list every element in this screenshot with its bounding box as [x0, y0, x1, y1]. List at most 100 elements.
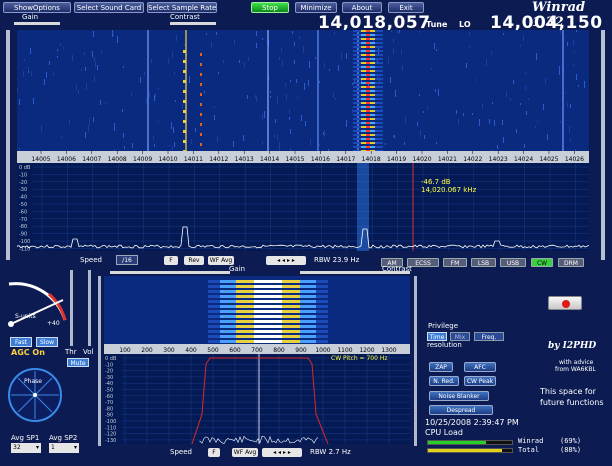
top-speed-label: Speed — [80, 256, 102, 264]
bottom-gain-slider[interactable] — [110, 271, 230, 274]
bottom-scale-tick: 400 — [185, 347, 197, 354]
top-speed-value[interactable]: /16 — [116, 255, 138, 265]
top-zoom-arrows[interactable]: ◂ ◂ ▸ ▸ — [266, 256, 306, 265]
top-scale-tick: 14023 — [489, 156, 508, 163]
bottom-waterfall[interactable] — [104, 276, 410, 344]
show-options-button[interactable]: ShowOptions — [3, 2, 71, 13]
vol-slider[interactable] — [88, 270, 91, 346]
minimize-button[interactable]: Minimize — [295, 2, 337, 13]
bottom-db-label: 0 dB — [105, 356, 117, 362]
despread-button[interactable]: Despread — [429, 405, 493, 415]
mode-cw-button[interactable]: CW — [531, 258, 553, 267]
top-contrast-label: Contrast — [170, 13, 200, 21]
bottom-db-label: -130 — [105, 438, 116, 444]
select-sound-card-button[interactable]: Select Sound Card — [74, 2, 144, 13]
top-scale-tick: 14009 — [133, 156, 152, 163]
fast-button[interactable]: Fast — [10, 337, 32, 347]
top-scale-tick: 14007 — [82, 156, 101, 163]
thr-slider[interactable] — [70, 270, 73, 346]
privilege-label: Privilege — [428, 322, 459, 330]
datetime-display: 10/25/2008 2:39:47 PM — [425, 418, 519, 427]
lo-label: LO — [459, 20, 471, 29]
mode-usb-button[interactable]: USB — [500, 258, 526, 267]
top-db-label: -90 — [19, 232, 27, 238]
top-scale-tick: 14024 — [514, 156, 533, 163]
select-sample-rate-button[interactable]: Select Sample Rate — [147, 2, 217, 13]
advice-line-2: from WA6KBL — [555, 366, 596, 373]
top-spectrum[interactable]: 0 dB -10 -20 -30 -40 -50 -60 -70 -80 -90 -100 -110 … — [17, 163, 589, 251]
freq-button[interactable]: Freq. — [474, 332, 504, 341]
marker-frequency-readout: 14,020.067 kHz — [421, 186, 477, 194]
slow-button[interactable]: Slow — [36, 337, 58, 347]
bottom-waterfall-image — [208, 280, 328, 343]
mode-lsb-button[interactable]: LSB — [471, 258, 496, 267]
mode-drm-button[interactable]: DRM — [558, 258, 584, 267]
top-db-label: -20 — [19, 180, 27, 186]
top-contrast-slider[interactable] — [170, 22, 216, 25]
avg-sp1-label: Avg SP1 — [11, 434, 40, 442]
about-button[interactable]: About — [342, 2, 382, 13]
top-wf-avg-button[interactable]: WF Avg — [208, 256, 234, 265]
bottom-scale-tick: 1100 — [337, 347, 352, 354]
mix-button[interactable]: Mix — [450, 332, 470, 341]
bottom-contrast-slider[interactable] — [300, 271, 410, 274]
bottom-db-label: -120 — [105, 432, 116, 438]
agc-label: AGC On — [11, 348, 45, 357]
bottom-scale-tick: 1000 — [315, 347, 330, 354]
total-load-label: Total — [518, 446, 540, 454]
zap-button[interactable]: ZAP — [429, 362, 453, 372]
top-waterfall-image — [17, 30, 585, 151]
phase-scope: Phase — [6, 366, 64, 424]
top-gain-slider[interactable] — [14, 22, 60, 25]
bottom-zoom-arrows[interactable]: ◂ ◂ ▸ ▸ — [262, 448, 302, 457]
top-db-label: -10 — [19, 172, 27, 178]
bottom-f-button[interactable]: F — [208, 448, 220, 457]
avg-sp2-value: 1 — [51, 444, 55, 451]
avg-sp1-select[interactable]: 32 ▾ — [11, 443, 41, 453]
bottom-db-label: -20 — [105, 369, 113, 375]
bottom-right-slider[interactable] — [414, 276, 417, 446]
n-red-button[interactable]: N. Red. — [429, 376, 459, 386]
vol-label: Vol — [83, 348, 94, 356]
bottom-spectrum[interactable]: 0 dB -10 -20 -30 -40 -50 -60 -70 -80 -90 -100 -110-… — [104, 354, 410, 444]
bottom-db-label: -100 — [105, 419, 116, 425]
top-db-label: -60 — [19, 209, 27, 215]
top-waterfall[interactable] — [17, 30, 589, 151]
bottom-left-slider[interactable] — [98, 276, 101, 446]
exit-button[interactable]: Exit — [388, 2, 424, 13]
s-meter: S-units +40 — [3, 270, 73, 332]
afc-button[interactable]: AFC — [464, 362, 496, 372]
rev-button[interactable]: Rev — [184, 256, 204, 265]
tune-label: Tune — [426, 20, 448, 29]
bottom-wf-avg-button[interactable]: WF Avg — [232, 448, 258, 457]
author-credit: by I2PHD — [548, 341, 597, 351]
cw-peak-button[interactable]: CW Peak — [464, 376, 496, 386]
top-rbw-label: RBW 23.9 Hz — [314, 256, 360, 264]
noise-blanker-button[interactable]: Noise Blanker — [429, 391, 489, 401]
top-scale-tick: 14008 — [108, 156, 127, 163]
top-f-button[interactable]: F — [164, 256, 178, 265]
right-edge-slider[interactable] — [601, 30, 605, 260]
avg-sp2-select[interactable]: 1 ▾ — [49, 443, 79, 453]
record-icon — [562, 300, 570, 308]
phase-label: Phase — [24, 378, 42, 385]
bottom-db-label: -90 — [105, 413, 113, 419]
top-scale-tick: 14014 — [260, 156, 279, 163]
mute-button[interactable]: Mute — [67, 358, 89, 367]
left-edge-slider[interactable] — [6, 30, 10, 260]
top-db-label: 0 dB — [19, 165, 31, 171]
bottom-db-label: -30 — [105, 375, 113, 381]
bottom-scale-tick: 200 — [141, 347, 153, 354]
mode-fm-button[interactable]: FM — [443, 258, 467, 267]
bottom-db-label: -70 — [105, 400, 113, 406]
bottom-frequency-scale: 100 200 300 400 500 600 700 800 900 1000 1100 1200 1… — [104, 344, 410, 354]
top-db-label: -80 — [19, 224, 27, 230]
top-scale-tick: 14020 — [412, 156, 431, 163]
bottom-scale-tick: 800 — [273, 347, 285, 354]
bottom-speed-label: Speed — [170, 448, 192, 456]
record-button[interactable] — [548, 296, 582, 310]
top-scale-tick: 14021 — [438, 156, 457, 163]
stop-button[interactable]: Stop — [251, 2, 289, 13]
time-button[interactable]: Time — [427, 332, 447, 341]
bottom-gain-label: Gain — [229, 265, 246, 273]
